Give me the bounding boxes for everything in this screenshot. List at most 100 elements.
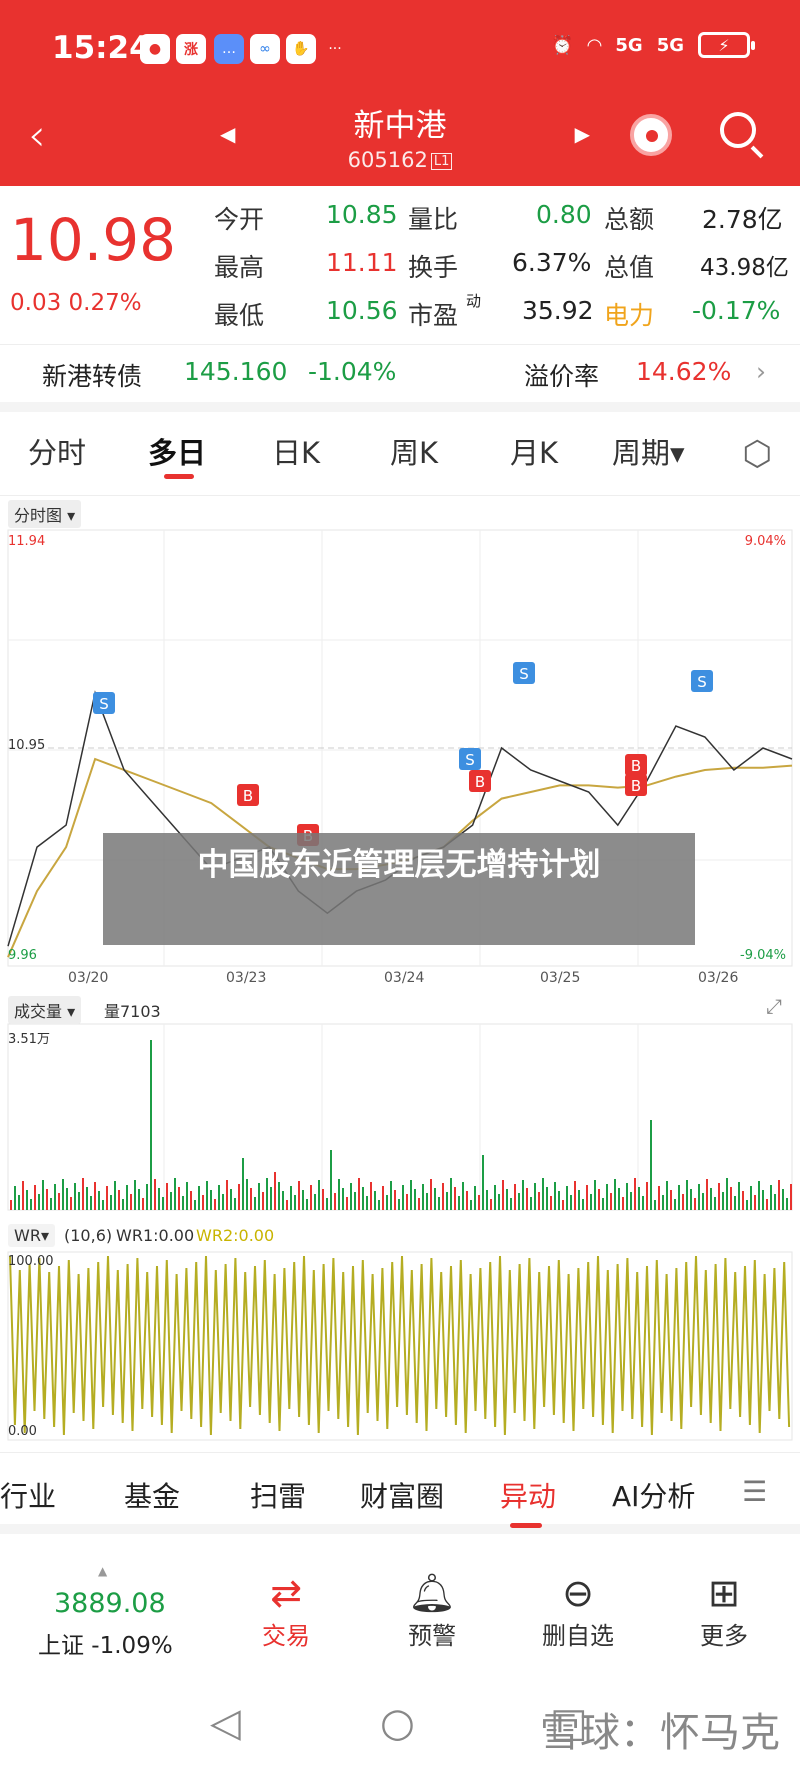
mktcap-value: 43.98亿	[700, 255, 789, 281]
nav-home-icon[interactable]: ○	[380, 1700, 415, 1746]
volume-bar	[558, 1191, 560, 1210]
volume-bar	[106, 1186, 108, 1210]
tab-intraday[interactable]: 分时	[28, 430, 86, 472]
index-up-arrow-icon: ▲	[98, 1564, 108, 1578]
tab-industry[interactable]: 行业	[0, 1475, 56, 1515]
chart-area[interactable]: SBBSBSBBS 分时图 ▾ 11.94 9.04% 10.95 9.96 -…	[0, 496, 800, 1456]
low-label: 最低	[214, 301, 265, 330]
wr-chart-tag[interactable]: WR▾	[8, 1224, 55, 1247]
top-bar: 15:24 ● 涨 … ∞ ✋ ··· ⏰ ◠ 5G 5G ⚡ ‹ ◀ 新中港 …	[0, 0, 800, 186]
volume-bar	[598, 1189, 600, 1210]
volume-bar	[210, 1190, 212, 1210]
news-overlay[interactable]: 中国股东近管理层无增持计划	[103, 833, 695, 945]
volume-bar	[426, 1193, 428, 1210]
volume-bar	[630, 1192, 632, 1210]
index-label: 上证 -1.09%	[38, 1633, 173, 1659]
tab-period[interactable]: 周期▾	[612, 430, 685, 472]
volume-bar	[766, 1199, 768, 1210]
volume-bar	[702, 1193, 704, 1210]
volume-bar	[466, 1191, 468, 1210]
volume-bar	[458, 1196, 460, 1210]
dock-more[interactable]: ⊞ 更多	[700, 1570, 748, 1651]
dock-trade[interactable]: ⇄ 交易	[262, 1570, 310, 1651]
volume-bar	[366, 1196, 368, 1210]
tab-settings-icon[interactable]: ☰	[742, 1475, 767, 1508]
volume-bar	[722, 1192, 724, 1210]
tab-fund[interactable]: 基金	[124, 1475, 180, 1515]
volume-bar	[742, 1191, 744, 1210]
volume-bar	[590, 1194, 592, 1210]
settings-hex-icon[interactable]: ⬡	[742, 434, 772, 474]
volume-bar	[286, 1200, 288, 1210]
volume-bar	[30, 1199, 32, 1210]
price-chart-tag[interactable]: 分时图 ▾	[8, 500, 82, 528]
volume-bar	[78, 1192, 80, 1210]
wr-params: (10,6)	[64, 1226, 113, 1245]
volume-bar	[182, 1196, 184, 1210]
tab-weekly-k[interactable]: 周K	[390, 430, 438, 472]
volume-bar	[738, 1182, 740, 1210]
volume-bar	[194, 1200, 196, 1210]
tab-monthly-k[interactable]: 月K	[510, 430, 558, 472]
volume-bar	[346, 1197, 348, 1210]
volume-bar	[690, 1189, 692, 1210]
tab-risk-scan[interactable]: 扫雷	[250, 1475, 306, 1515]
volume-bar	[646, 1182, 648, 1210]
avatar-icon: ●	[140, 34, 170, 64]
tab-wealth-circle[interactable]: 财富圈	[360, 1475, 444, 1515]
volume-bar	[394, 1190, 396, 1210]
volume-bar	[58, 1193, 60, 1210]
volume-bar	[706, 1179, 708, 1210]
amount-value: 2.78亿	[702, 205, 783, 234]
nav-back-icon[interactable]: ◁	[210, 1700, 241, 1746]
volume-bar	[142, 1198, 144, 1210]
volume-bar	[746, 1200, 748, 1210]
volume-bar	[34, 1185, 36, 1210]
volume-bar	[670, 1190, 672, 1210]
expand-icon[interactable]: ⤢	[766, 994, 782, 1018]
volume-bar	[322, 1189, 324, 1210]
tab-anomaly[interactable]: 异动	[500, 1475, 556, 1515]
bond-price: 145.160	[184, 357, 288, 386]
volume-bar	[594, 1180, 596, 1210]
amount-label: 总额	[604, 205, 655, 234]
volume-bar	[378, 1200, 380, 1210]
volume-bar	[514, 1184, 516, 1210]
index-value[interactable]: 3889.08	[54, 1588, 166, 1619]
assistant-icon[interactable]	[630, 114, 672, 156]
tab-ai-analysis[interactable]: AI分析	[612, 1475, 695, 1515]
volume-bar	[262, 1192, 264, 1210]
volume-bar	[238, 1184, 240, 1210]
next-stock-icon[interactable]: ▶	[575, 122, 590, 146]
dock-alert[interactable]: 🔔︎ 预警	[408, 1570, 456, 1651]
volume-bar	[22, 1181, 24, 1210]
dock-remove-watchlist[interactable]: ⊖ 删自选	[542, 1570, 614, 1651]
search-icon[interactable]	[720, 112, 756, 148]
volume-bar	[570, 1195, 572, 1210]
vol-ratio-label: 量比	[408, 205, 459, 234]
volume-bar	[534, 1183, 536, 1210]
volume-bar	[686, 1180, 688, 1210]
volume-bar	[486, 1190, 488, 1210]
sector-label[interactable]: 电力	[604, 296, 654, 332]
tab-daily-k[interactable]: 日K	[272, 430, 320, 472]
volume-chart-tag[interactable]: 成交量 ▾	[8, 996, 82, 1024]
tab-multiday[interactable]: 多日	[148, 430, 206, 472]
volume-bar	[250, 1188, 252, 1210]
volume-bar	[450, 1178, 452, 1210]
volume-bar	[342, 1188, 344, 1210]
turnover-value: 6.37%	[512, 248, 592, 277]
volume-bar	[422, 1184, 424, 1210]
volume-bar	[126, 1185, 128, 1210]
volume-bar	[546, 1187, 548, 1210]
volume-bar	[666, 1181, 668, 1210]
pe-label: 市盈	[408, 301, 459, 330]
volume-bar	[634, 1178, 636, 1210]
convertible-bond-row[interactable]: 新港转债 145.160 -1.04% 溢价率 14.62% ›	[0, 344, 800, 412]
volume-bar	[614, 1179, 616, 1210]
date-label-2: 03/24	[384, 970, 425, 986]
pe-sup: 动	[466, 292, 482, 310]
nav-bar: ‹ ◀ 新中港 605162 L1 ▶	[0, 96, 800, 186]
volume-bar	[654, 1200, 656, 1210]
volume-bar	[302, 1190, 304, 1210]
